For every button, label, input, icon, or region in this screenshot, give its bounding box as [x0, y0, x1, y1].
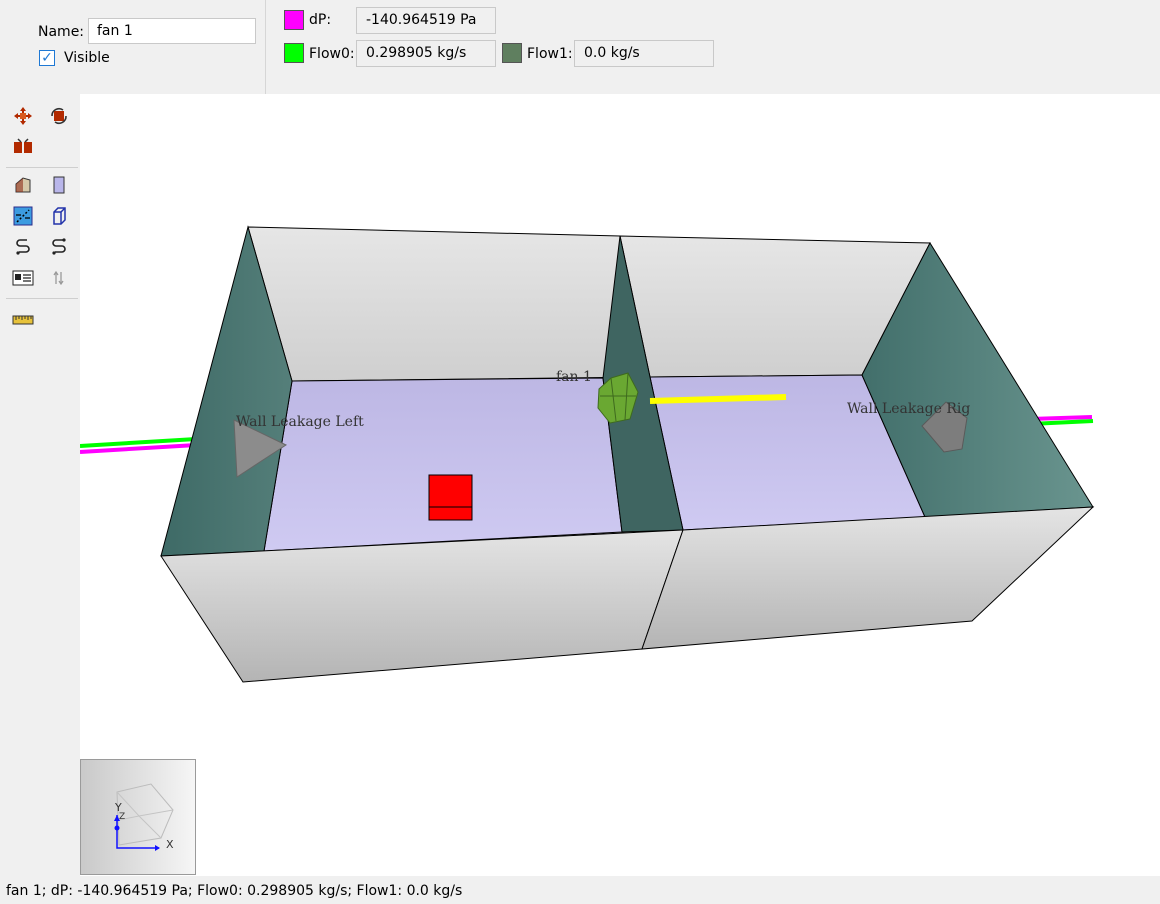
visible-checkbox[interactable]: ✓ — [39, 50, 55, 66]
path-link-icon[interactable] — [12, 236, 34, 258]
front-wall-right — [641, 506, 1095, 650]
ruler-icon[interactable] — [12, 309, 34, 331]
left-toolbar — [0, 94, 80, 876]
group-icon[interactable] — [12, 136, 34, 158]
readouts-panel: dP: -140.964519 Pa Flow0: 0.298905 kg/s … — [266, 0, 1160, 94]
flow1-value-field: 0.0 kg/s — [574, 40, 714, 67]
status-text: fan 1; dP: -140.964519 Pa; Flow0: 0.2989… — [6, 883, 463, 899]
wall-leakage-left-label: Wall Leakage Left — [236, 414, 364, 430]
name-label: Name: — [38, 24, 85, 40]
path-link-alt-icon[interactable] — [48, 236, 70, 258]
dp-value-field: -140.964519 Pa — [356, 7, 496, 34]
dp-label: dP: — [309, 12, 332, 28]
wall-leakage-right-label: Wall Leakage Rig — [847, 401, 970, 417]
toolbar-separator — [6, 167, 78, 168]
rotate-icon[interactable] — [48, 105, 70, 127]
wall-panel-icon[interactable] — [48, 174, 70, 196]
axis-gizmo: X Y Z — [114, 783, 174, 851]
flow0-value-field: 0.298905 kg/s — [356, 40, 496, 67]
3d-viewport[interactable]: fan 1 Wall Leakage Left Wall Leakage Rig — [80, 94, 1160, 876]
status-bar: fan 1; dP: -140.964519 Pa; Flow0: 0.2989… — [0, 876, 1160, 904]
front-wall-left — [160, 529, 684, 683]
toolbar-separator — [6, 298, 78, 299]
flow1-color-swatch — [502, 43, 522, 63]
flow0-label: Flow0: — [309, 46, 355, 62]
axis-orientation-widget[interactable]: X Y Z — [80, 759, 196, 875]
scene-canvas[interactable]: fan 1 Wall Leakage Left Wall Leakage Rig — [80, 94, 1160, 876]
axis-x-label: X — [166, 838, 174, 851]
table-icon[interactable] — [12, 267, 34, 289]
dimension-icon[interactable] — [48, 267, 70, 289]
name-input[interactable]: fan 1 — [88, 18, 256, 44]
room-shape-icon[interactable] — [12, 174, 34, 196]
back-wall-left — [247, 226, 651, 382]
box-outline-icon[interactable] — [48, 205, 70, 227]
flow0-color-swatch — [284, 43, 304, 63]
heater-box[interactable] — [428, 474, 473, 521]
airflow-path — [649, 394, 787, 404]
axis-z-label: Z — [119, 812, 125, 822]
dp-color-swatch — [284, 10, 304, 30]
flow-grid-icon[interactable] — [12, 205, 34, 227]
fan-label: fan 1 — [556, 369, 592, 385]
properties-panel: Name: fan 1 ✓ Visible — [0, 0, 265, 94]
floor-left-zone — [263, 377, 623, 552]
visible-label: Visible — [64, 50, 110, 66]
flow1-label: Flow1: — [527, 46, 573, 62]
move-icon[interactable] — [12, 105, 34, 127]
